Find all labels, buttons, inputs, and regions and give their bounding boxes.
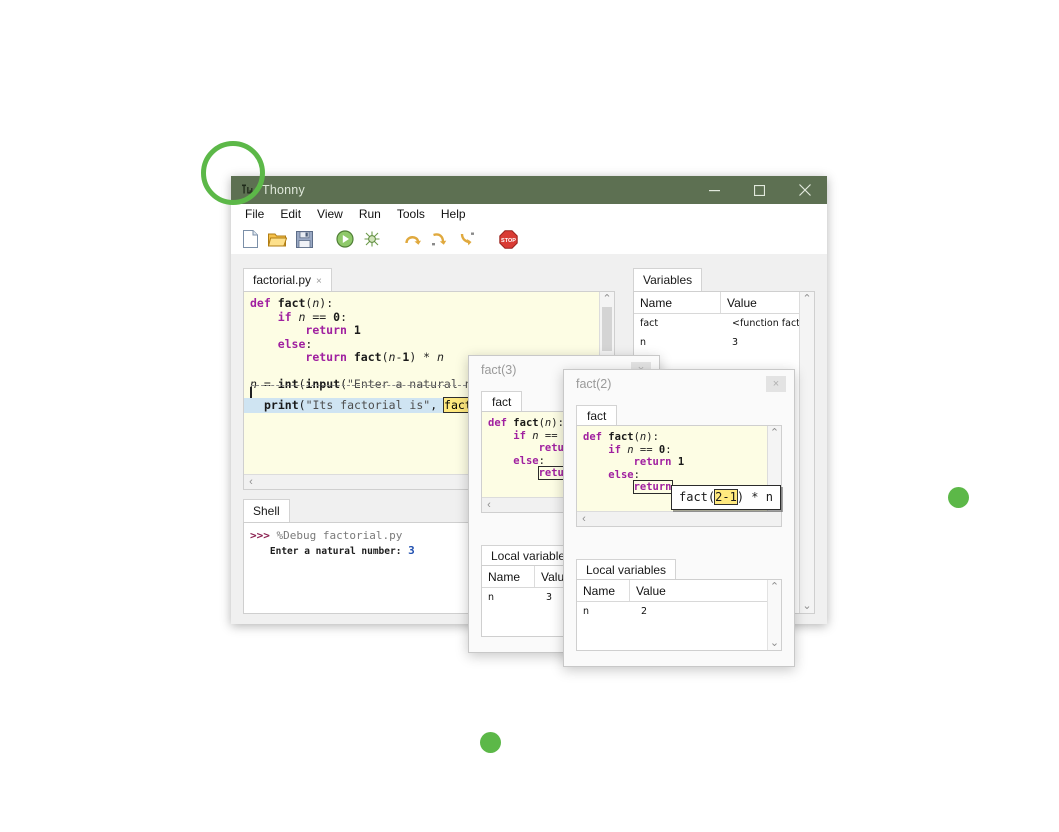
dialog-fact2-hscrollbar[interactable]: ‹ › bbox=[577, 511, 781, 526]
editor-tab-label: factorial.py bbox=[253, 273, 311, 287]
menu-file[interactable]: File bbox=[237, 205, 272, 223]
menu-view[interactable]: View bbox=[309, 205, 351, 223]
editor-current-line: print("Its factorial is", fact(3)) bbox=[250, 399, 499, 413]
dialog-fact2[interactable]: fact(2) × fact def fact(n): if n == 0: r… bbox=[563, 369, 795, 667]
dialog-fact2-title: fact(2) bbox=[564, 377, 611, 391]
save-icon[interactable] bbox=[293, 228, 315, 250]
tooltip-suffix: ) * n bbox=[737, 490, 773, 504]
dialog-fact2-locals-col-name[interactable]: Name bbox=[577, 580, 630, 601]
toolbar: STOP bbox=[231, 224, 827, 254]
shell-output-label: Enter a natural number: bbox=[270, 546, 402, 557]
dialog-fact2-locals-table[interactable]: Name Value n 2 ⌃ ⌄ bbox=[576, 579, 782, 651]
dialog-fact2-code-area[interactable]: def fact(n): if n == 0: return 1 else: r… bbox=[576, 425, 782, 527]
local-variable-name: n bbox=[482, 592, 540, 603]
window-controls bbox=[692, 176, 827, 204]
variables-header-row: Name Value bbox=[634, 292, 814, 314]
step-out-icon[interactable] bbox=[456, 228, 478, 250]
dialog-fact3-code-tab[interactable]: fact bbox=[481, 391, 522, 412]
annotation-dot-right bbox=[948, 487, 969, 508]
variables-col-name[interactable]: Name bbox=[634, 292, 721, 313]
dialog-fact2-scroll-left-icon[interactable]: ‹ bbox=[577, 512, 591, 526]
close-button[interactable] bbox=[782, 176, 827, 204]
annotation-circle bbox=[201, 141, 265, 205]
editor-tab-close-icon[interactable]: × bbox=[316, 276, 322, 287]
dialog-fact3-locals-tab-label: Local variables bbox=[491, 549, 571, 563]
dialog-fact2-locals-col-name-label: Name bbox=[577, 584, 615, 598]
editor-dashed-guide bbox=[251, 385, 466, 387]
shell-output-value: 3 bbox=[408, 544, 415, 557]
svg-text:STOP: STOP bbox=[501, 238, 516, 244]
variables-scroll-down-icon[interactable]: ⌄ bbox=[800, 599, 814, 613]
menu-tools[interactable]: Tools bbox=[389, 205, 433, 223]
variable-name: fact bbox=[634, 318, 726, 329]
window-titlebar[interactable]: Thonny bbox=[231, 176, 827, 204]
expression-tooltip: fact(2-1) * n bbox=[671, 485, 781, 510]
minimize-button[interactable] bbox=[692, 176, 737, 204]
step-into-icon[interactable] bbox=[429, 228, 451, 250]
dialog-fact2-locals-section: Local variables Name Value n 2 ⌃ bbox=[576, 558, 782, 654]
dialog-fact2-scroll-right-icon[interactable]: › bbox=[754, 526, 768, 527]
dialog-fact2-locals-col-value-label: Value bbox=[630, 584, 666, 598]
shell-command: %Debug factorial.py bbox=[277, 529, 403, 542]
dialog-fact2-focus-token: return bbox=[634, 481, 672, 493]
dialog-fact2-close-button[interactable]: × bbox=[766, 376, 786, 392]
editor-scroll-left-icon[interactable]: ‹ bbox=[244, 475, 258, 489]
screen-root: Thonny File Edit View Run Tools Help bbox=[0, 0, 1059, 832]
window-title: Thonny bbox=[262, 183, 305, 197]
local-variable-value: 2 bbox=[635, 606, 781, 617]
variables-col-value-label: Value bbox=[721, 296, 757, 310]
dialog-fact2-locals-col-value[interactable]: Value bbox=[630, 580, 781, 601]
tab-shell[interactable]: Shell bbox=[243, 499, 290, 522]
menu-help[interactable]: Help bbox=[433, 205, 474, 223]
debug-icon[interactable] bbox=[361, 228, 383, 250]
dialog-fact3-locals-col-name[interactable]: Name bbox=[482, 566, 535, 587]
dialog-fact3-code-tab-label: fact bbox=[492, 395, 511, 409]
editor-vscroll-thumb[interactable] bbox=[602, 307, 612, 351]
dialog-fact2-locals-scroll-down-icon[interactable]: ⌄ bbox=[768, 636, 781, 650]
variables-scroll-up-icon[interactable]: ⌃ bbox=[800, 292, 814, 306]
shell-tab-label: Shell bbox=[253, 504, 280, 518]
variables-col-name-label: Name bbox=[634, 296, 672, 310]
dialog-fact2-locals-header: Name Value bbox=[577, 580, 781, 602]
local-variable-name: n bbox=[577, 606, 635, 617]
dialog-fact2-code-tab-label: fact bbox=[587, 409, 606, 423]
new-file-icon[interactable] bbox=[239, 228, 261, 250]
menubar: File Edit View Run Tools Help bbox=[231, 204, 827, 224]
step-over-icon[interactable] bbox=[402, 228, 424, 250]
tab-factorial-py[interactable]: factorial.py × bbox=[243, 268, 332, 291]
run-icon[interactable] bbox=[334, 228, 356, 250]
tooltip-prefix: fact( bbox=[679, 490, 715, 504]
variables-tab-label: Variables bbox=[643, 273, 692, 287]
variable-name: n bbox=[634, 337, 726, 348]
shell-prompt: >>> bbox=[250, 529, 270, 542]
dialog-fact2-locals-scroll-up-icon[interactable]: ⌃ bbox=[768, 580, 781, 594]
dialog-fact3-scroll-left-icon[interactable]: ‹ bbox=[482, 498, 496, 512]
editor-scroll-up-icon[interactable]: ⌃ bbox=[600, 292, 614, 306]
variables-vertical-scrollbar[interactable]: ⌃ ⌄ bbox=[799, 292, 814, 613]
dialog-fact3-locals-col-name-label: Name bbox=[482, 570, 520, 584]
menu-edit[interactable]: Edit bbox=[272, 205, 309, 223]
tab-variables[interactable]: Variables bbox=[633, 268, 702, 291]
dialog-fact3-title: fact(3) bbox=[469, 363, 516, 377]
dialog-fact2-locals-tab-label: Local variables bbox=[586, 563, 666, 577]
stop-icon[interactable]: STOP bbox=[497, 228, 519, 250]
dialog-fact2-code-section: fact def fact(n): if n == 0: return 1 el… bbox=[576, 404, 782, 544]
annotation-dot-bottom bbox=[480, 732, 501, 753]
tooltip-highlight: 2-1 bbox=[715, 490, 737, 504]
dialog-fact2-titlebar[interactable]: fact(2) × bbox=[564, 370, 794, 398]
dialog-fact2-locals-tab[interactable]: Local variables bbox=[576, 559, 676, 580]
dialog-fact2-scroll-up-icon[interactable]: ⌃ bbox=[768, 426, 781, 440]
dialog-fact2-code-tab[interactable]: fact bbox=[576, 405, 617, 426]
table-row[interactable]: n 3 bbox=[634, 333, 814, 352]
dialog-fact2-code: def fact(n): if n == 0: return 1 else: r… bbox=[577, 426, 781, 494]
table-row[interactable]: n 2 bbox=[577, 602, 781, 621]
dialog-fact2-locals-vscrollbar[interactable]: ⌃ ⌄ bbox=[767, 580, 781, 650]
open-folder-icon[interactable] bbox=[266, 228, 288, 250]
menu-run[interactable]: Run bbox=[351, 205, 389, 223]
table-row[interactable]: fact <function fact a bbox=[634, 314, 814, 333]
maximize-button[interactable] bbox=[737, 176, 782, 204]
